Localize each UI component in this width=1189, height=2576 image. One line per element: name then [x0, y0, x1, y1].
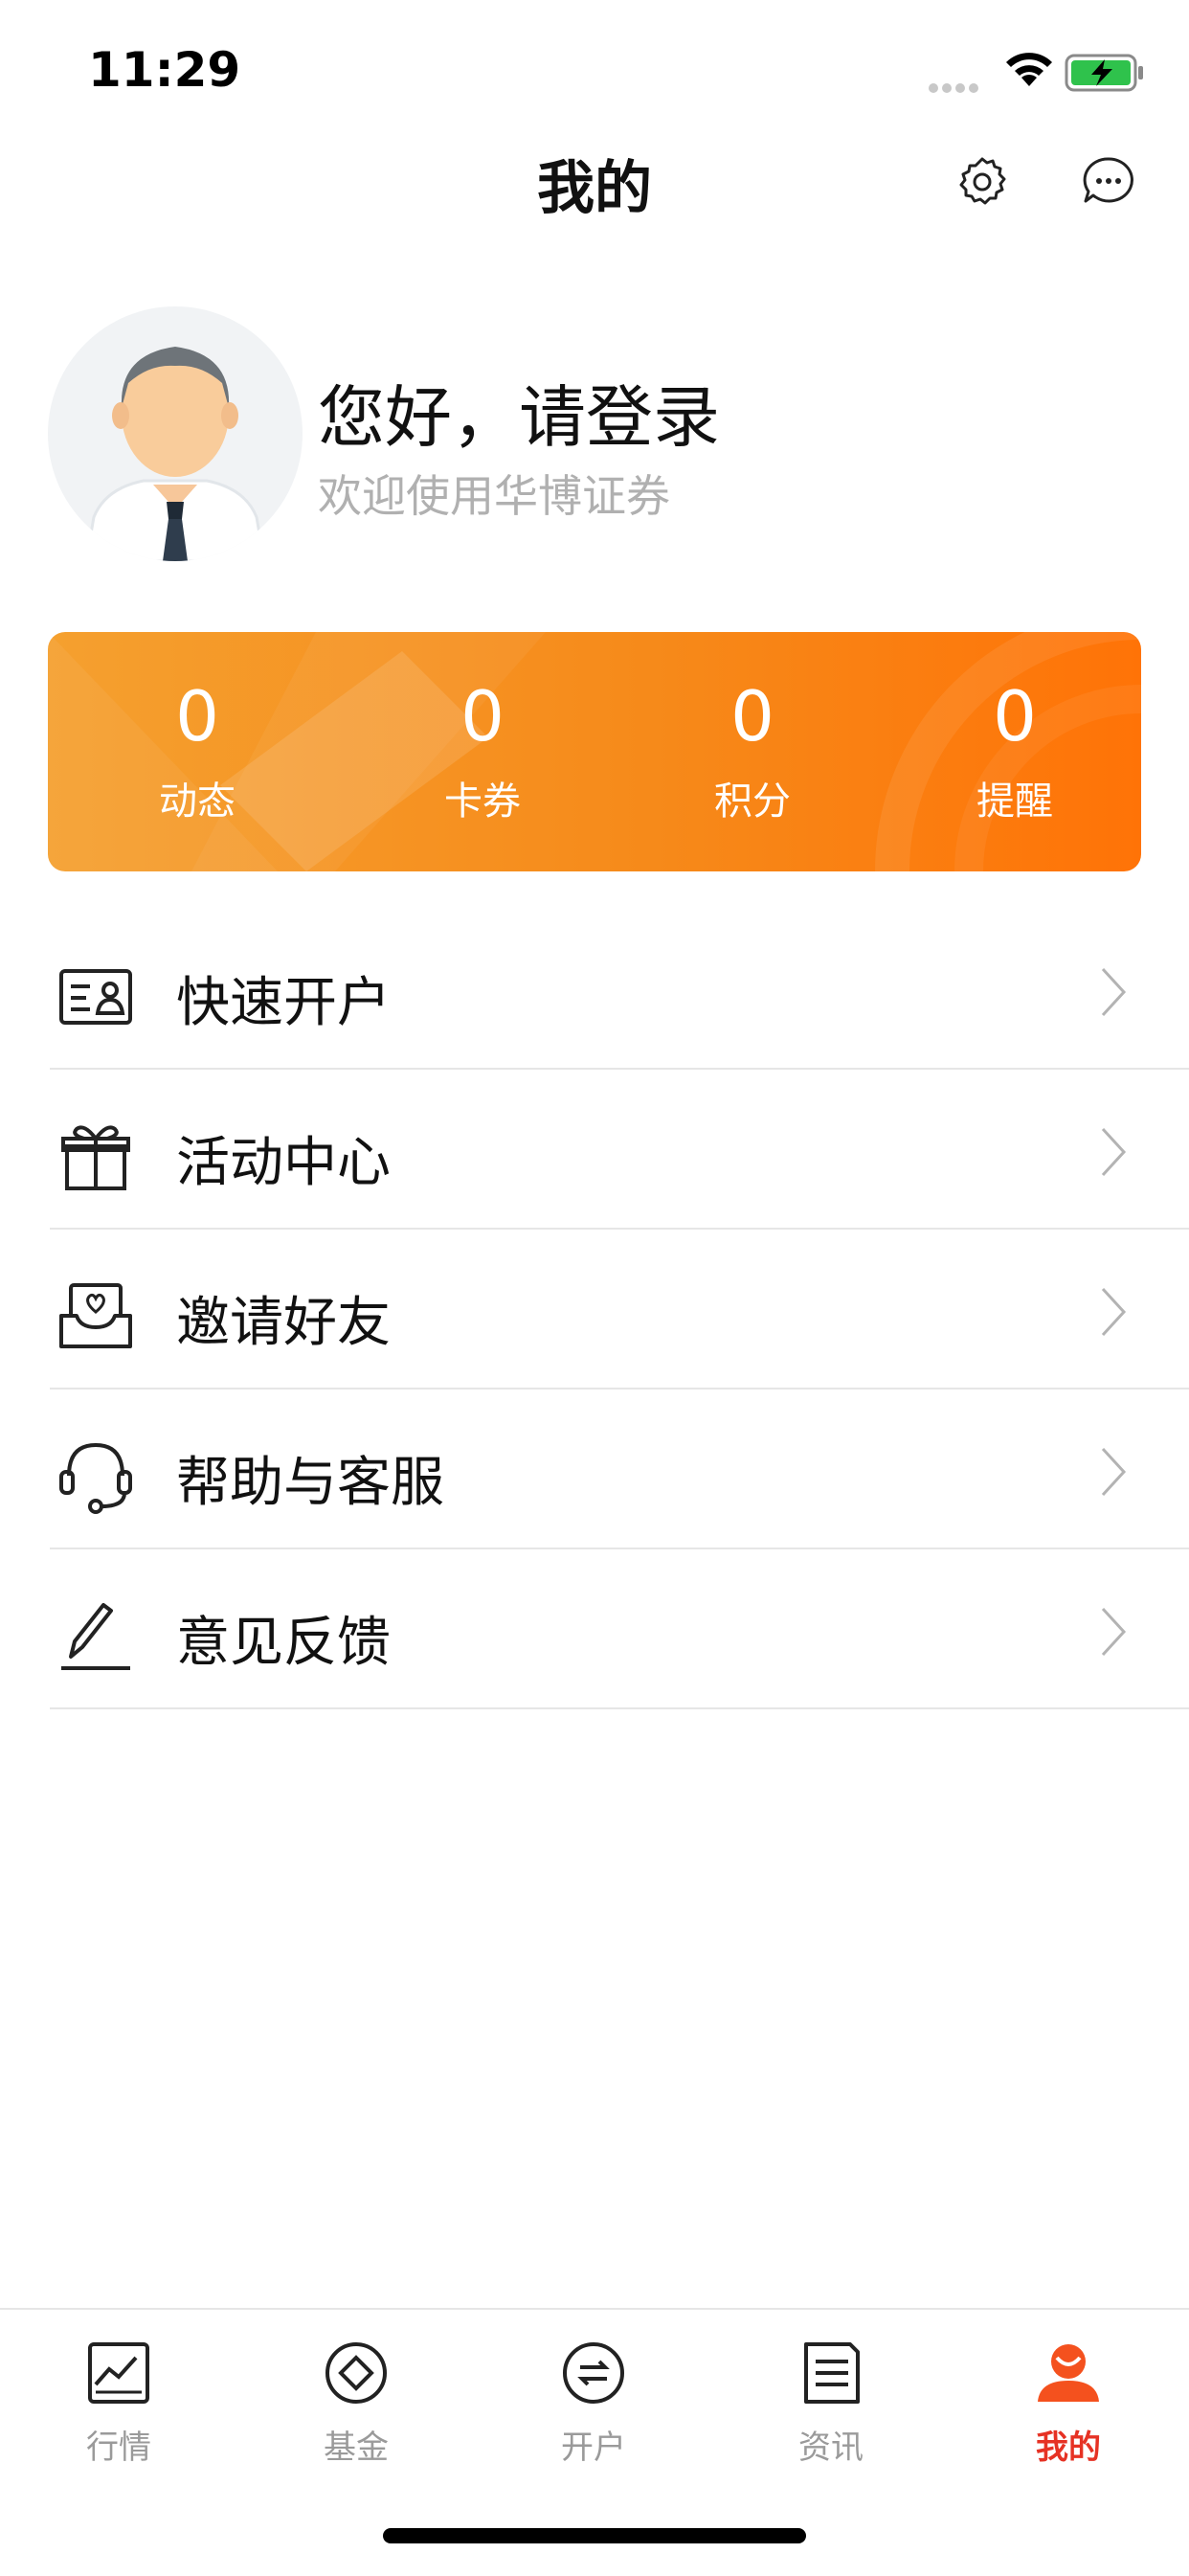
status-bar: 11:29: [0, 0, 1189, 144]
user-icon: [1038, 2344, 1099, 2402]
pencil-icon: [61, 1603, 130, 1670]
menu-item-help-service[interactable]: 帮助与客服: [50, 1390, 1189, 1549]
stat-label: 卡券: [444, 780, 521, 824]
tab-fund[interactable]: 基金: [280, 2339, 433, 2468]
welcome-subtitle: 欢迎使用华博证券: [318, 470, 670, 522]
tab-label: 我的: [1036, 2429, 1101, 2467]
menu-item-label: 活动中心: [176, 1132, 391, 1194]
tab-label: 基金: [324, 2429, 389, 2467]
profile-header[interactable]: 您好，请登录 欢迎使用华博证券: [0, 306, 1189, 575]
menu-item-open-account[interactable]: 快速开户: [50, 910, 1189, 1070]
stat-value: 0: [460, 676, 505, 757]
stat-label: 提醒: [976, 780, 1053, 824]
news-icon: [804, 2342, 860, 2404]
cellular-signal-icon: [929, 79, 982, 97]
id-card-icon: [59, 969, 132, 1025]
menu-item-label: 邀请好友: [176, 1292, 391, 1354]
menu-item-label: 帮助与客服: [176, 1452, 444, 1514]
chevron-right-icon: [1101, 1607, 1127, 1657]
stat-label: 动态: [159, 780, 236, 824]
open-account-icon: [563, 2342, 624, 2404]
stats-card: 0 动态 0 卡券 0 积分 0 提醒: [48, 632, 1141, 871]
menu-item-activity-center[interactable]: 活动中心: [50, 1070, 1189, 1230]
gift-icon: [61, 1125, 130, 1190]
avatar[interactable]: [48, 306, 303, 561]
stat-value: 0: [175, 676, 219, 757]
stat-label: 积分: [714, 780, 791, 824]
wifi-icon: [1006, 53, 1052, 86]
stat-value: 0: [993, 676, 1037, 757]
headset-icon: [59, 1442, 132, 1514]
invite-envelope-icon: [59, 1283, 132, 1348]
menu-list: 快速开户 活动中心 邀请好友 帮助与客服 意见反馈: [50, 910, 1189, 1709]
battery-icon: [1065, 54, 1143, 92]
tab-label: 开户: [561, 2429, 626, 2467]
stat-reminders[interactable]: 0 提醒: [919, 678, 1110, 825]
menu-item-feedback[interactable]: 意见反馈: [50, 1549, 1189, 1709]
status-time: 11:29: [88, 42, 241, 98]
navigation-bar: 我的: [0, 134, 1189, 230]
chat-bubble-icon[interactable]: [1080, 153, 1137, 211]
stat-value: 0: [730, 676, 774, 757]
tab-mine[interactable]: 我的: [992, 2339, 1145, 2468]
tab-label: 资讯: [798, 2429, 864, 2467]
chevron-right-icon: [1101, 967, 1127, 1017]
chevron-right-icon: [1101, 1127, 1127, 1177]
login-prompt[interactable]: 您好，请登录: [318, 364, 720, 461]
home-indicator[interactable]: [383, 2528, 806, 2543]
tab-news[interactable]: 资讯: [754, 2339, 908, 2468]
chevron-right-icon: [1101, 1287, 1127, 1337]
stat-activity[interactable]: 0 动态: [101, 678, 293, 825]
chart-icon: [88, 2342, 149, 2404]
menu-item-label: 意见反馈: [176, 1612, 391, 1674]
gear-icon[interactable]: [953, 153, 1011, 211]
fund-diamond-icon: [325, 2342, 387, 2404]
chevron-right-icon: [1101, 1447, 1127, 1497]
stat-points[interactable]: 0 积分: [657, 678, 848, 825]
tab-label: 行情: [86, 2429, 151, 2467]
default-avatar-icon: [84, 347, 266, 561]
tab-open-account[interactable]: 开户: [517, 2339, 670, 2468]
menu-item-invite-friends[interactable]: 邀请好友: [50, 1230, 1189, 1390]
menu-item-label: 快速开户: [176, 972, 391, 1034]
tab-market[interactable]: 行情: [42, 2339, 195, 2468]
stat-coupons[interactable]: 0 卡券: [387, 678, 578, 825]
